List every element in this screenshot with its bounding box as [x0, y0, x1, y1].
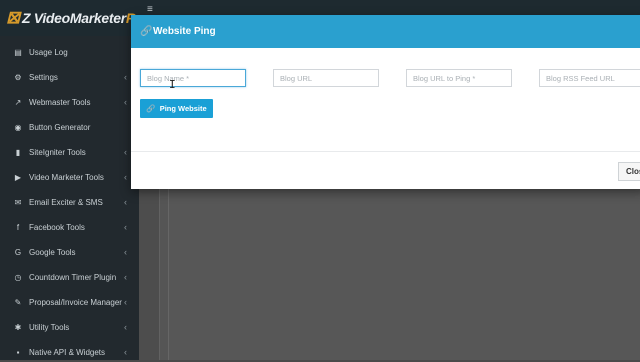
button-icon: ◉: [14, 122, 22, 132]
chevron-left-icon: ‹: [124, 247, 127, 257]
sidebar-item-label: Proposal/Invoice Manager: [29, 297, 122, 307]
facebook-icon: f: [16, 222, 20, 232]
text-cursor-icon: I: [169, 78, 176, 91]
wrench-icon: ✱: [14, 322, 22, 332]
chevron-left-icon: ‹: [124, 72, 127, 82]
app-logo[interactable]: ⊠ Z Video Marketer R: [6, 6, 136, 30]
sidebar-item-label: Utility Tools: [29, 322, 70, 332]
sidebar-item-label: Webmaster Tools: [29, 97, 91, 107]
logo-text-main: Z Video: [21, 10, 70, 26]
chevron-left-icon: ‹: [124, 347, 127, 357]
ping-website-label: Ping Website: [159, 104, 207, 113]
widget-icon: ▪: [16, 347, 20, 357]
chevron-left-icon: ‹: [124, 297, 127, 307]
logo-text-accent: Marketer: [69, 10, 126, 26]
sidebar-item-label: Email Exciter & SMS: [29, 197, 103, 207]
close-button[interactable]: Close: [618, 162, 640, 181]
chevron-left-icon: ‹: [124, 147, 127, 157]
content-panel: [159, 186, 640, 360]
sidebar-item-facebook-tools[interactable]: f Facebook Tools ‹: [0, 217, 139, 237]
clock-icon: ◷: [14, 272, 22, 282]
sidebar-item-label: Video Marketer Tools: [29, 172, 104, 182]
sidebar-item-label: Settings: [29, 72, 58, 82]
sidebar-item-native-api-widgets[interactable]: ▪ Native API & Widgets ‹: [0, 342, 139, 362]
blog-rss-feed-url-input[interactable]: [539, 69, 640, 87]
chevron-left-icon: ‹: [124, 222, 127, 232]
sidebar-item-label: Facebook Tools: [29, 222, 85, 232]
sidebar-item-label: Usage Log: [29, 47, 68, 57]
sidebar-item-label: Google Tools: [29, 247, 76, 257]
sidebar-item-settings[interactable]: ⚙ Settings ‹: [0, 67, 139, 87]
sidebar-item-label: Native API & Widgets: [29, 347, 106, 357]
sidebar-item-utility-tools[interactable]: ✱ Utility Tools ‹: [0, 317, 139, 337]
content-panel-inner: [168, 186, 640, 360]
video-icon: ▶: [14, 172, 22, 182]
sidebar-item-label: SiteIgniter Tools: [29, 147, 86, 157]
modal-title: Website Ping: [153, 26, 216, 37]
sidebar-item-countdown-timer-plugin[interactable]: ◷ Countdown Timer Plugin ‹: [0, 267, 139, 287]
google-icon: G: [14, 247, 22, 257]
sidebar-item-label: Countdown Timer Plugin: [29, 272, 117, 282]
modal-header: 🔗 Website Ping: [131, 15, 640, 48]
chevron-left-icon: ‹: [124, 322, 127, 332]
modal-footer-divider: [131, 151, 640, 152]
chevron-left-icon: ‹: [124, 197, 127, 207]
chart-line-icon: ↗: [14, 97, 22, 107]
envelope-icon: ✉: [14, 197, 22, 207]
fire-icon: ▮: [15, 147, 21, 157]
sidebar: ▤ Usage Log ⚙ Settings ‹ ↗ Webmaster Too…: [0, 36, 139, 360]
link-icon: 🔗: [140, 26, 153, 37]
blog-url-input[interactable]: [273, 69, 379, 87]
ping-website-button[interactable]: 🔗 Ping Website: [140, 99, 213, 118]
blog-name-input[interactable]: [140, 69, 246, 87]
sidebar-item-video-marketer-tools[interactable]: ▶ Video Marketer Tools ‹: [0, 167, 139, 187]
link-icon: 🔗: [146, 104, 156, 113]
chevron-left-icon: ‹: [124, 97, 127, 107]
logo-mark-icon: ⊠: [6, 8, 20, 27]
menu-toggle-icon[interactable]: ≡: [147, 5, 156, 15]
chevron-left-icon: ‹: [124, 272, 127, 282]
list-icon: ▤: [14, 47, 22, 57]
website-ping-modal: 🔗 Website Ping I 🔗 Ping Website Close: [131, 15, 640, 189]
chevron-left-icon: ‹: [124, 172, 127, 182]
sidebar-item-proposal-invoice-manager[interactable]: ✎ Proposal/Invoice Manager ‹: [0, 292, 139, 312]
sidebar-item-google-tools[interactable]: G Google Tools ‹: [0, 242, 139, 262]
sidebar-item-usage-log[interactable]: ▤ Usage Log: [0, 42, 139, 62]
gear-icon: ⚙: [14, 72, 22, 82]
sidebar-item-label: Button Generator: [29, 122, 91, 132]
sidebar-item-email-exciter-sms[interactable]: ✉ Email Exciter & SMS ‹: [0, 192, 139, 212]
sidebar-item-siteigniter-tools[interactable]: ▮ SiteIgniter Tools ‹: [0, 142, 139, 162]
blog-url-to-ping-input[interactable]: [406, 69, 512, 87]
sidebar-item-webmaster-tools[interactable]: ↗ Webmaster Tools ‹: [0, 92, 139, 112]
sidebar-item-button-generator[interactable]: ◉ Button Generator: [0, 117, 139, 137]
pencil-icon: ✎: [14, 297, 22, 307]
